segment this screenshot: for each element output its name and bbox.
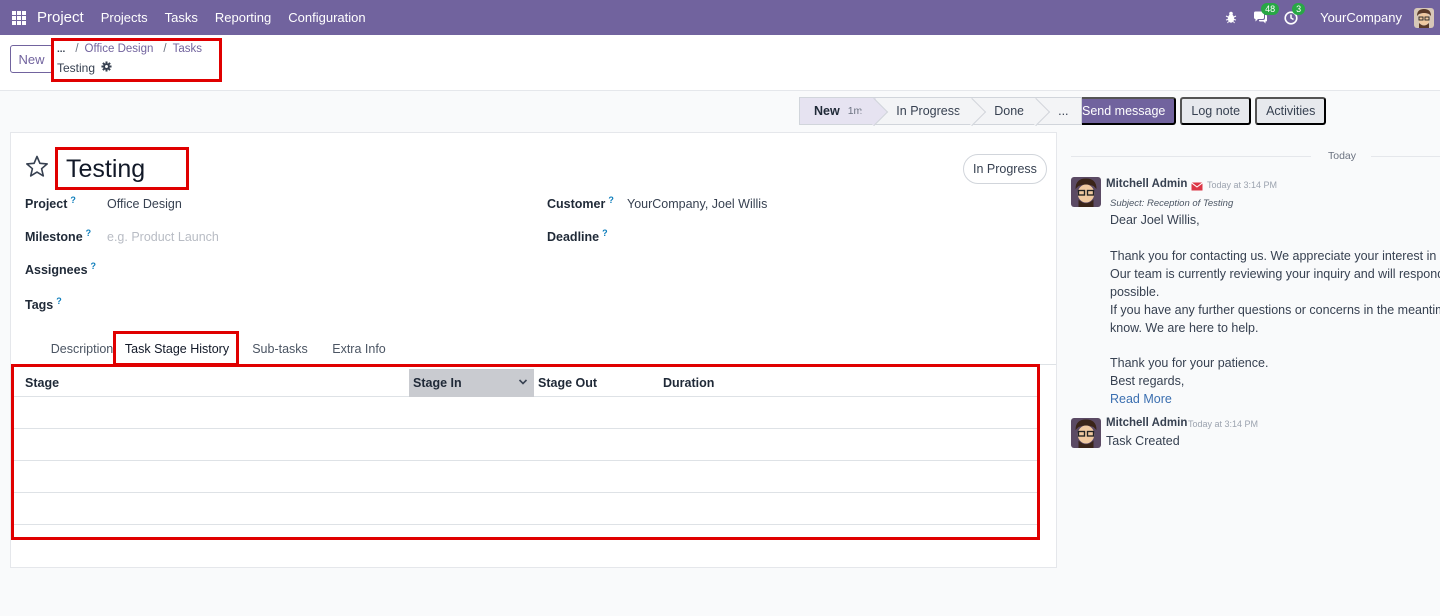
message-timestamp: Today at 3:14 PM — [1188, 419, 1259, 429]
status-pill[interactable]: In Progress — [963, 154, 1047, 184]
deadline-label: Deadline? — [547, 228, 608, 244]
project-field[interactable]: Office Design — [107, 197, 182, 211]
read-more-link[interactable]: Read More — [1110, 392, 1172, 406]
column-stage-in-label: Stage In — [413, 376, 462, 390]
chatter-toolbar: Send message Log note Activities — [1071, 97, 1330, 125]
chevron-down-icon — [518, 376, 528, 390]
gear-icon[interactable] — [101, 61, 112, 75]
apps-menu-icon[interactable] — [12, 10, 26, 25]
table-row — [14, 429, 1038, 461]
message-body-line: Task Created — [1106, 434, 1180, 448]
message-avatar[interactable] — [1071, 418, 1101, 448]
message-body-line: Thank you for your patience. — [1110, 356, 1269, 370]
breadcrumb: ... / Office Design / Tasks — [57, 43, 202, 55]
activities-clock-icon[interactable]: 3 — [1284, 2, 1306, 25]
activities-button[interactable]: Activities — [1255, 97, 1327, 125]
stage-history-table-header: Stage Stage In Stage Out Duration — [14, 369, 1038, 397]
stage-new-label: New — [814, 104, 840, 118]
project-label: Project? — [25, 195, 76, 211]
top-navbar: Project Projects Tasks Reporting Configu… — [0, 0, 1440, 35]
stage-more-label: ... — [1058, 104, 1069, 118]
deadline-label-text: Deadline — [547, 230, 600, 245]
company-switcher[interactable]: YourCompany — [1320, 10, 1402, 25]
table-row — [14, 493, 1038, 525]
column-stage-out[interactable]: Stage Out — [538, 369, 658, 397]
milestone-help-icon[interactable]: ? — [86, 228, 92, 238]
milestone-label: Milestone? — [25, 228, 91, 244]
messages-badge: 48 — [1261, 3, 1280, 15]
stage-new[interactable]: New 1m — [799, 97, 877, 125]
tab-sub-tasks[interactable]: Sub-tasks — [243, 332, 317, 365]
breadcrumb-tasks[interactable]: Tasks — [173, 43, 202, 55]
app-brand[interactable]: Project — [37, 9, 84, 26]
message-body-line: possible. — [1110, 285, 1160, 299]
customer-label-text: Customer — [547, 197, 606, 212]
menu-tasks[interactable]: Tasks — [165, 10, 198, 25]
stage-done-label: Done — [994, 104, 1025, 118]
log-note-button[interactable]: Log note — [1180, 97, 1252, 125]
project-help-icon[interactable]: ? — [70, 195, 76, 205]
message-body-line: Thank you for contacting us. We apprecia… — [1110, 249, 1440, 263]
column-stage-in[interactable]: Stage In — [409, 369, 534, 397]
message-body-line: Dear Joel Willis, — [1110, 213, 1200, 227]
column-duration[interactable]: Duration — [663, 369, 863, 397]
deadline-help-icon[interactable]: ? — [602, 228, 608, 238]
message-body-line: know. We are here to help. — [1110, 321, 1259, 335]
envelope-icon — [1191, 179, 1203, 194]
breadcrumb-current: Testing — [57, 61, 112, 75]
assignees-label: Assignees? — [25, 261, 96, 277]
column-stage[interactable]: Stage — [25, 369, 405, 397]
stage-new-duration: 1m — [847, 105, 863, 117]
activities-badge: 3 — [1292, 2, 1306, 15]
menu-projects[interactable]: Projects — [101, 10, 148, 25]
assignees-label-text: Assignees — [25, 263, 88, 278]
message-body-line: Best regards, — [1110, 374, 1185, 388]
message-body-line: If you have any further questions or con… — [1110, 303, 1440, 317]
date-separator-line — [1071, 156, 1440, 157]
task-title[interactable]: Testing — [66, 155, 145, 184]
date-separator: Today — [1328, 150, 1357, 162]
message-author[interactable]: Mitchell Admin — [1106, 417, 1187, 429]
milestone-label-text: Milestone — [25, 230, 83, 245]
menu-reporting[interactable]: Reporting — [215, 10, 271, 25]
stage-statusbar: New 1m In Progress Done ... — [799, 97, 1082, 125]
message-author[interactable]: Mitchell Admin — [1106, 178, 1187, 190]
breadcrumb-collapsed-icon[interactable]: ... — [57, 44, 65, 55]
send-message-button[interactable]: Send message — [1071, 97, 1177, 125]
table-row — [14, 461, 1038, 493]
table-row — [14, 397, 1038, 429]
tab-extra-info[interactable]: Extra Info — [323, 332, 395, 365]
breadcrumb-office-design[interactable]: Office Design — [85, 43, 154, 55]
tags-label-text: Tags — [25, 298, 54, 313]
stage-in-progress[interactable]: In Progress — [876, 97, 975, 125]
breadcrumb-current-label: Testing — [57, 61, 96, 75]
stage-in-progress-label: In Progress — [896, 104, 961, 118]
messages-icon[interactable]: 48 — [1253, 3, 1280, 24]
tags-label: Tags? — [25, 296, 62, 312]
customer-help-icon[interactable]: ? — [608, 195, 614, 205]
message-subject: Subject: Reception of Testing — [1110, 198, 1234, 209]
menu-configuration[interactable]: Configuration — [288, 10, 365, 25]
message-timestamp: Today at 3:14 PM — [1207, 180, 1278, 190]
notebook-tabs: Description Task Stage History Sub-tasks… — [11, 332, 1056, 365]
bug-icon[interactable] — [1225, 11, 1237, 24]
customer-field[interactable]: YourCompany, Joel Willis — [627, 197, 767, 211]
message-body-line: Our team is currently reviewing your inq… — [1110, 267, 1440, 281]
milestone-field[interactable]: e.g. Product Launch — [107, 230, 219, 244]
message-avatar[interactable] — [1071, 177, 1101, 207]
tags-help-icon[interactable]: ? — [56, 296, 62, 306]
tab-task-stage-history[interactable]: Task Stage History — [115, 332, 239, 365]
control-panel: New ... / Office Design / Tasks Testing — [0, 35, 1440, 91]
customer-label: Customer? — [547, 195, 614, 211]
project-label-text: Project — [25, 197, 68, 212]
star-icon[interactable] — [25, 155, 49, 181]
user-avatar[interactable] — [1414, 7, 1434, 28]
assignees-help-icon[interactable]: ? — [91, 261, 97, 271]
form-sheet: Testing In Progress Project? Office Desi… — [10, 132, 1057, 568]
new-button[interactable]: New — [10, 45, 53, 73]
